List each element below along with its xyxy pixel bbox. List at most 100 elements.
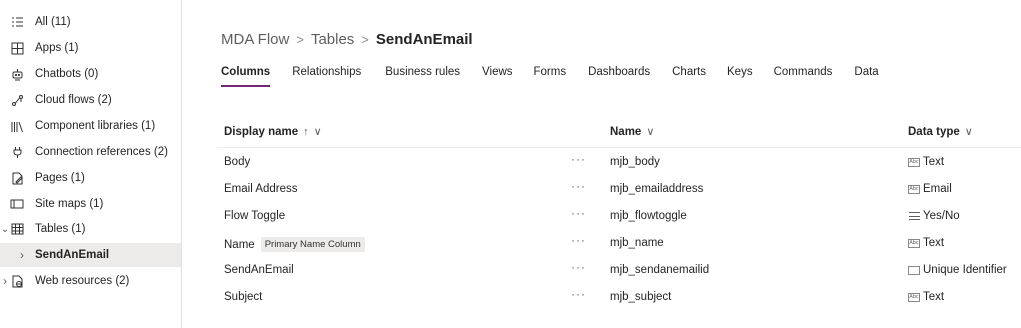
tab-relationships[interactable]: Relationships [292, 66, 361, 88]
apps-icon [10, 41, 24, 55]
header-data-type-label: Data type [908, 125, 960, 138]
tab-charts[interactable]: Charts [672, 66, 706, 88]
table-row[interactable]: Body ··· mjb_body Abc Text [217, 149, 1021, 176]
sidebar-item-component-libraries[interactable]: Component libraries (1) [0, 114, 181, 138]
tab-views[interactable]: Views [482, 66, 512, 88]
tab-data[interactable]: Data [854, 66, 878, 88]
sidebar-item-all[interactable]: All (11) [0, 10, 181, 34]
tab-forms[interactable]: Forms [534, 66, 567, 88]
table-row[interactable]: Email Address ··· mjb_emailaddress Abc Em… [217, 176, 1021, 203]
display-name-cell[interactable]: Email Address [224, 183, 298, 195]
header-name[interactable]: Name ∨ [610, 125, 655, 139]
breadcrumb-solution[interactable]: MDA Flow [221, 31, 289, 48]
yes-no-type-icon [908, 212, 920, 220]
table-icon [10, 222, 24, 236]
more-options-icon[interactable]: ··· [571, 152, 586, 166]
logical-name-cell: mjb_emailaddress [610, 183, 704, 195]
breadcrumb-separator: > [296, 32, 304, 47]
sidebar-item-web-resources[interactable]: › Web resources (2) [0, 269, 181, 293]
page-title: SendAnEmail [375, 31, 473, 48]
text-type-icon: Abc [908, 292, 920, 302]
logical-name-cell: mjb_body [610, 156, 660, 168]
data-type-label: Unique Identifier [923, 264, 1007, 276]
display-name: Flow Toggle [224, 210, 286, 222]
more-options-icon[interactable]: ··· [571, 287, 586, 301]
data-type-cell: Abc Email [908, 183, 952, 195]
tab-dashboards[interactable]: Dashboards [588, 66, 650, 88]
library-icon [10, 119, 24, 133]
sidebar-item-label: Site maps (1) [35, 198, 104, 210]
tab-business-rules[interactable]: Business rules [385, 66, 460, 88]
logical-name-cell: mjb_flowtoggle [610, 210, 687, 222]
data-type-label: Email [923, 183, 952, 195]
flow-icon [10, 93, 24, 107]
data-type-label: Text [923, 291, 945, 303]
email-type-icon: Abc [908, 184, 920, 194]
more-options-icon[interactable]: ··· [571, 260, 586, 274]
chevron-down-icon[interactable]: ⌄ [0, 224, 10, 235]
sidebar-item-connection-references[interactable]: Connection references (2) [0, 140, 181, 164]
list-icon [10, 15, 24, 29]
chevron-down-icon: ∨ [646, 126, 655, 138]
breadcrumb-tables[interactable]: Tables [311, 31, 354, 48]
data-type-cell: Abc Text [908, 291, 944, 303]
sidebar-item-chatbots[interactable]: Chatbots (0) [0, 62, 181, 86]
display-name: SendAnEmail [224, 264, 294, 276]
sidebar-item-label: Pages (1) [35, 172, 85, 184]
sidebar-item-label: Apps (1) [35, 42, 79, 54]
tab-commands[interactable]: Commands [774, 66, 833, 88]
data-type-cell: Abc Text [908, 237, 944, 249]
table-row[interactable]: SendAnEmail ··· mjb_sendanemailid Unique… [217, 257, 1021, 284]
chevron-right-icon[interactable]: › [17, 248, 27, 262]
page-icon [10, 171, 24, 185]
more-options-icon[interactable]: ··· [571, 233, 586, 247]
sort-ascending-icon: ↑ [303, 125, 309, 138]
logical-name-cell: mjb_sendanemailid [610, 264, 710, 276]
chatbot-icon [10, 67, 24, 81]
display-name-cell[interactable]: Flow Toggle [224, 210, 285, 222]
table-row[interactable]: Subject ··· mjb_subject Abc Text [217, 284, 1021, 311]
table-header: Display name ↑ ∨ Name ∨ Data type ∨ [217, 118, 1021, 148]
sidebar-item-label: Component libraries (1) [35, 120, 156, 132]
sidebar-item-site-maps[interactable]: Site maps (1) [0, 192, 181, 216]
display-name: Subject [224, 291, 263, 303]
logical-name-cell: mjb_name [610, 237, 664, 249]
sidebar: All (11) Apps (1) Chatbots (0) Cloud flo… [0, 0, 182, 328]
sidebar-item-label: Web resources (2) [35, 275, 130, 287]
display-name-cell[interactable]: Subject [224, 291, 262, 303]
sidebar-item-label: Chatbots (0) [35, 68, 99, 80]
sidebar-item-cloud-flows[interactable]: Cloud flows (2) [0, 88, 181, 112]
table-row[interactable]: Flow Toggle ··· mjb_flowtoggle Yes/No [217, 203, 1021, 230]
header-display-name-label: Display name [224, 125, 299, 138]
data-type-label: Yes/No [923, 210, 960, 222]
header-data-type[interactable]: Data type ∨ [908, 125, 973, 139]
sidebar-item-apps[interactable]: Apps (1) [0, 36, 181, 60]
breadcrumb-separator: > [361, 32, 369, 47]
sidebar-item-pages[interactable]: Pages (1) [0, 166, 181, 190]
sidebar-item-sendanemail[interactable]: › SendAnEmail [0, 243, 181, 267]
header-display-name[interactable]: Display name ↑ ∨ [224, 125, 322, 139]
chevron-right-icon[interactable]: › [0, 274, 10, 288]
table-row[interactable]: Name Primary Name Column ··· mjb_name Abc… [217, 230, 1021, 257]
text-type-icon: Abc [908, 157, 920, 167]
tab-columns[interactable]: Columns [221, 66, 271, 88]
tab-keys[interactable]: Keys [727, 66, 753, 88]
more-options-icon[interactable]: ··· [571, 179, 586, 193]
primary-name-badge: Primary Name Column [260, 237, 365, 252]
sidebar-item-label: SendAnEmail [35, 249, 110, 261]
sidebar-item-label: Cloud flows (2) [35, 94, 112, 106]
text-type-icon: Abc [908, 238, 920, 248]
chevron-down-icon: ∨ [964, 126, 973, 138]
plug-icon [10, 145, 24, 159]
sidebar-item-tables[interactable]: ⌄ Tables (1) [0, 217, 181, 241]
data-type-cell: Abc Text [908, 156, 944, 168]
sidebar-item-label: Tables (1) [35, 223, 86, 235]
web-resource-icon [10, 274, 24, 288]
sitemap-icon [10, 197, 24, 211]
display-name-cell[interactable]: Name Primary Name Column [224, 237, 365, 252]
display-name-cell[interactable]: SendAnEmail [224, 264, 294, 276]
display-name-cell[interactable]: Body [224, 156, 250, 168]
more-options-icon[interactable]: ··· [571, 206, 586, 220]
data-type-cell: Unique Identifier [908, 264, 1007, 276]
data-type-label: Text [923, 156, 945, 168]
